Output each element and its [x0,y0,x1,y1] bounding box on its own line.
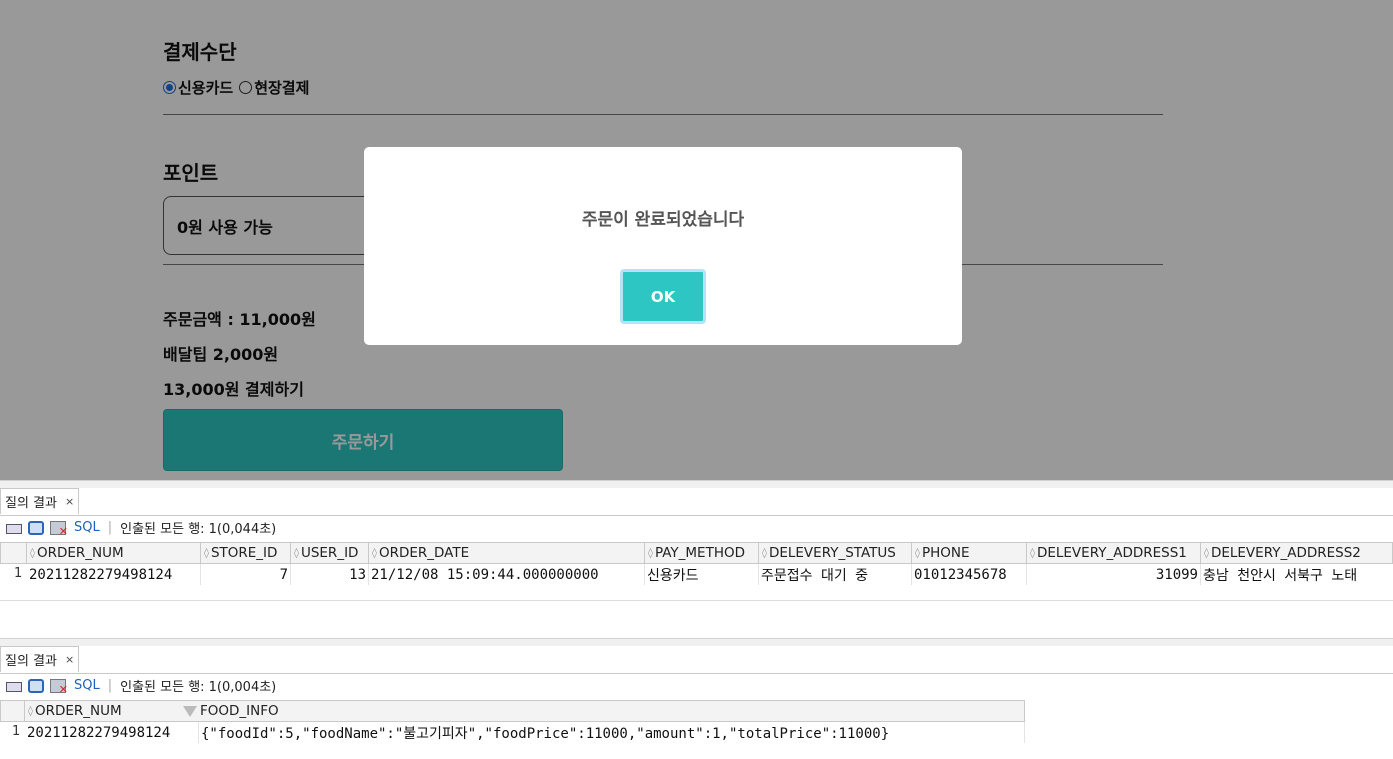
web-page: 결제수단 신용카드 현장결제 포인트 0원 사용 가능 주문금액 : 11,00… [0,0,1393,480]
delete-icon[interactable] [50,678,68,696]
sql-button[interactable]: SQL [74,520,100,535]
result-toolbar-1: SQL | 인출된 모든 행: 1(0,044초) [0,515,1393,539]
sort-icon: ◊ [915,547,920,559]
table-cell[interactable]: 신용카드 [645,564,759,585]
sort-icon: ◊ [762,547,767,559]
column-header[interactable]: ◊ DELEVERY_ADDRESS2 [1201,542,1393,564]
tab-query-result-1[interactable]: 질의 결과 × [0,488,80,514]
table-cell[interactable]: 20211282279498124 [25,722,199,743]
column-header[interactable]: ◊ STORE_ID [201,542,291,564]
sort-icon: ◊ [372,547,377,559]
table-cell[interactable]: {"foodId":5,"foodName":"불고기피자","foodPric… [199,722,1025,743]
tab-label: 질의 결과 [5,654,57,669]
sort-icon: ◊ [648,547,653,559]
column-header[interactable]: ◊ PAY_METHOD [645,542,759,564]
result-toolbar-2: SQL | 인출된 모든 행: 1(0,004초) [0,673,1393,697]
table-cell[interactable]: 주문접수 대기 중 [759,564,912,585]
sort-icon: ◊ [1204,547,1209,559]
close-icon[interactable]: × [65,653,74,666]
column-header[interactable]: ◊ ORDER_NUM [27,542,201,564]
panel-splitter[interactable] [0,480,1393,488]
column-header[interactable]: ◊ USER_ID [291,542,369,564]
sort-icon: ◊ [28,705,33,717]
table-cell[interactable]: 20211282279498124 [27,564,201,585]
result-grid-1: ◊ ORDER_NUM ◊ STORE_ID ◊ USER_ID ◊ ORDER_DAT… [0,542,1393,638]
table-cell[interactable]: 21/12/08 15:09:44.000000000 [369,564,645,585]
delete-icon[interactable] [50,520,68,538]
fetch-status: 인출된 모든 행: 1(0,044초) [120,522,277,537]
column-header[interactable]: ◊ ORDER_NUM [25,700,199,722]
result-grid-2: ◊ ORDER_NUM FOOD_INFO 1 20211282279498124… [0,700,1393,759]
column-header[interactable]: ◊ ORDER_DATE [369,542,645,564]
row-number[interactable]: 1 [14,566,22,581]
row-header-corner [0,542,27,564]
tab-label: 질의 결과 [5,496,57,511]
toolbar-separator: | [107,520,113,535]
column-header[interactable]: FOOD_INFO [180,700,1025,722]
alert-ok-button[interactable]: OK [620,269,706,324]
table-cell[interactable]: 31099 [1027,564,1201,585]
sort-icon: ◊ [1030,547,1035,559]
toolbar-separator: | [107,678,113,693]
table-cell[interactable]: 13 [291,564,369,585]
row-number[interactable]: 1 [12,724,20,739]
sql-button[interactable]: SQL [74,678,100,693]
modal-overlay: 주문이 완료되었습니다 OK [0,0,1393,480]
column-header[interactable]: ◊ DELEVERY_STATUS [759,542,912,564]
grid-empty-area [0,600,1393,638]
print-icon[interactable] [6,681,22,692]
table-cell[interactable]: 01012345678 [912,564,1027,585]
table-cell[interactable]: 7 [201,564,291,585]
sort-icon: ◊ [294,547,299,559]
refresh-icon[interactable] [28,520,44,535]
refresh-icon[interactable] [28,678,44,693]
alert-message: 주문이 완료되었습니다 [581,210,745,230]
panel-splitter[interactable] [0,638,1393,646]
filter-icon[interactable] [183,705,197,717]
print-icon[interactable] [6,523,22,534]
column-header[interactable]: ◊ PHONE [912,542,1027,564]
column-header[interactable]: ◊ DELEVERY_ADDRESS1 [1027,542,1201,564]
row-header-corner [0,700,25,722]
sort-icon: ◊ [204,547,209,559]
sort-icon: ◊ [30,547,35,559]
tab-query-result-2[interactable]: 질의 결과 × [0,646,80,672]
close-icon[interactable]: × [65,495,74,508]
alert-dialog: 주문이 완료되었습니다 OK [364,147,962,345]
table-cell[interactable]: 충남 천안시 서북구 노태 [1201,564,1393,585]
fetch-status: 인출된 모든 행: 1(0,004초) [120,680,277,695]
